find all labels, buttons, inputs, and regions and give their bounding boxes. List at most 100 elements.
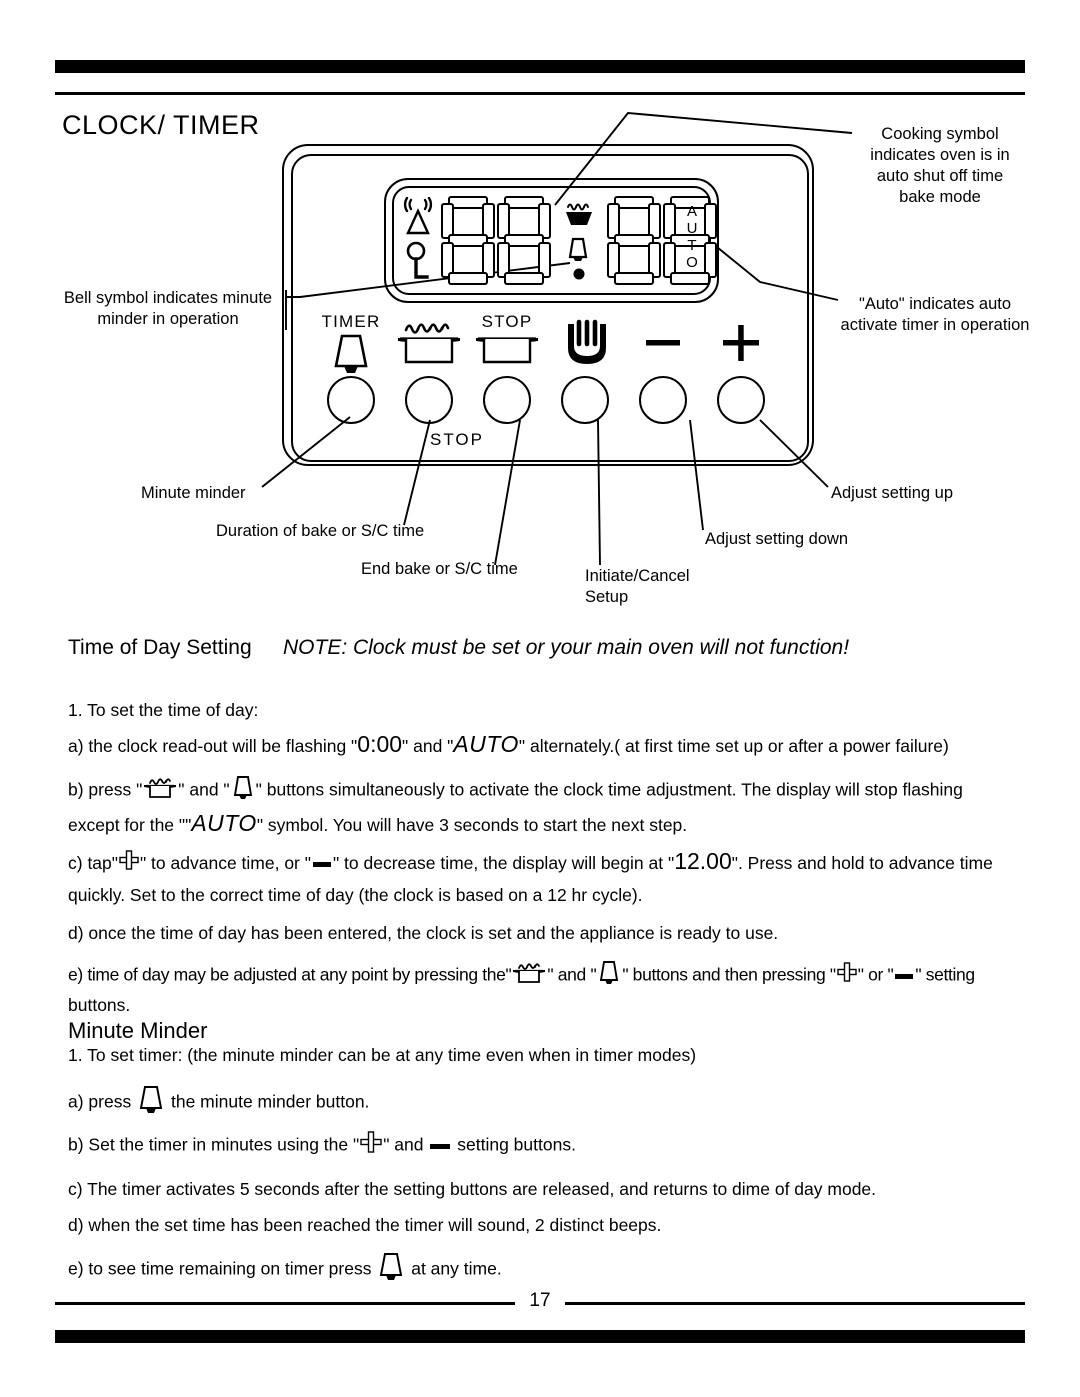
pot-steam-icon (142, 774, 178, 808)
manual-page: CLOCK/ TIMER A U T O TIMER STOP STOP Coo… (0, 0, 1080, 1397)
mm-para-d: d) when the set time has been reached th… (68, 1212, 1023, 1239)
adjust-down-icon-group (624, 312, 702, 369)
display-center-indicators (552, 195, 606, 286)
para-e-line2-text: buttons. (68, 995, 131, 1015)
para-e: e) time of day may be adjusted at any po… (68, 958, 1023, 994)
mm-para-b: b) Set the timer in minutes using the " … (68, 1130, 1023, 1162)
mm-para-a-pre: a) press (68, 1091, 132, 1112)
stop-sublabel: STOP (430, 430, 484, 449)
para-c-pre: c) tap" (68, 853, 118, 873)
minus-icon (311, 851, 333, 878)
mm-para-e-pre: e) to see time remaining on timer press (68, 1258, 372, 1279)
display-left-indicators (402, 196, 438, 285)
para-e-mid3: " or " (857, 964, 894, 985)
pot-steam-icon (511, 959, 547, 993)
para-b-line2-pre: except for the "" (68, 815, 192, 835)
timer-button-icon-group: TIMER (312, 312, 390, 381)
para-b-line2: except for the ""AUTO" symbol. You will … (68, 810, 1023, 839)
para-a-clock-value: 0:00 (357, 731, 403, 757)
initiate-cancel-icon-group (546, 312, 624, 377)
plus-icon (836, 961, 858, 991)
adjust-down-button[interactable] (639, 376, 687, 424)
stop-caption: STOP (481, 312, 533, 331)
para-b-line2-auto: AUTO (191, 810, 257, 836)
para-c-post: ". Press and hold to advance time (731, 853, 993, 873)
mm-item-1-text: 1. To set timer: (the minute minder can … (68, 1045, 697, 1065)
mm-para-a: a) press the minute minder button. (68, 1083, 1023, 1123)
plus-icon (359, 1130, 383, 1162)
plus-icon (118, 849, 140, 879)
initiate-cancel-button[interactable] (561, 376, 609, 424)
bell-icon (334, 334, 368, 373)
para-a-mid: " and " (402, 736, 454, 756)
minus-icon (893, 963, 915, 990)
footer-rule-right (565, 1302, 1025, 1305)
timer-caption: TIMER (321, 312, 381, 331)
digit-3 (606, 195, 662, 286)
para-e-line2: buttons. (68, 992, 1023, 1019)
header-thick-rule (55, 60, 1025, 73)
para-a-pre: a) the clock read-out will be flashing " (68, 736, 358, 756)
mm-para-e-post: at any time. (411, 1258, 502, 1279)
para-b: b) press " " and " " buttons simultaneou… (68, 773, 1023, 809)
mm-para-c: c) The timer activates 5 seconds after t… (68, 1176, 1023, 1203)
mm-para-e: e) to see time remaining on timer press … (68, 1250, 1023, 1290)
callout-duration-bake: Duration of bake or S/C time (216, 522, 425, 540)
bell-icon (136, 1083, 166, 1123)
callout-initiate-cancel: Initiate/Cancel Setup (585, 567, 690, 606)
adjust-up-button[interactable] (717, 376, 765, 424)
para-c-mid1: " to advance time, or " (139, 853, 311, 873)
auto-indicator-label: AUTO (686, 203, 698, 271)
adjust-up-icon-group (702, 312, 780, 369)
minus-icon (428, 1133, 452, 1160)
para-b-mid1: " and " (178, 779, 230, 800)
para-e-pre: e) time of day may be adjusted at any po… (68, 964, 512, 985)
para-a-post: " alternately.( at first time set up or … (518, 736, 949, 756)
footer-thick-rule (55, 1330, 1025, 1343)
digit-1 (440, 195, 496, 286)
para-a-auto: AUTO (453, 731, 519, 757)
mm-para-d-text: d) when the set time has been reached th… (68, 1215, 662, 1235)
end-bake-icon-group: STOP (468, 312, 546, 373)
para-d: d) once the time of day has been entered… (68, 920, 1023, 947)
callout-end-bake: End bake or S/C time (361, 560, 518, 578)
para-a: a) the clock read-out will be flashing "… (68, 731, 1023, 760)
para-d-text: d) once the time of day has been entered… (68, 923, 779, 943)
mm-item-1: 1. To set timer: (the minute minder can … (68, 1042, 1023, 1069)
mm-para-b-pre: b) Set the timer in minutes using the " (68, 1134, 360, 1155)
callout-adjust-down: Adjust setting down (705, 530, 849, 548)
mm-para-b-mid: " and (383, 1134, 424, 1155)
led-display: AUTO (400, 195, 717, 286)
page-number: 17 (529, 1290, 551, 1311)
para-e-mid2: " buttons and then pressing " (622, 964, 836, 985)
para-item-1: 1. To set the time of day: (68, 697, 1023, 724)
mm-para-b-post: setting buttons. (457, 1134, 576, 1155)
callout-cooking-symbol: Cooking symbol indicates oven is in auto… (870, 125, 1010, 206)
callout-auto-indicates: "Auto" indicates auto activate timer in … (840, 295, 1030, 334)
duration-bake-icon-group (390, 312, 468, 377)
control-panel-diagram: AUTO TIMER STOP STOP (282, 140, 822, 480)
time-of-day-heading: Time of Day Setting (68, 636, 252, 659)
hand-heat-icon (568, 319, 606, 364)
duration-bake-button[interactable] (405, 376, 453, 424)
bell-icon (376, 1250, 406, 1290)
time-of-day-note: NOTE: Clock must be set or your main ove… (283, 636, 850, 659)
plus-icon (723, 325, 759, 361)
bell-icon (230, 773, 256, 809)
para-c-value: 12.00 (674, 848, 732, 874)
para-c-mid2: " to decrease time, the display will beg… (332, 853, 675, 873)
para-b-line2-post: " symbol. You will have 3 seconds to sta… (256, 815, 688, 835)
end-bake-button[interactable] (483, 376, 531, 424)
callout-minute-minder: Minute minder (141, 484, 246, 502)
bell-icon (568, 237, 588, 261)
callout-bell-symbol: Bell symbol indicates minute minder in o… (63, 289, 273, 328)
minus-icon (646, 340, 680, 346)
para-b-mid2: " buttons simultaneously to activate the… (255, 779, 963, 800)
para-e-mid1: " and " (547, 964, 597, 985)
mm-para-c-text: c) The timer activates 5 seconds after t… (68, 1179, 877, 1199)
para-c-line2: quickly. Set to the correct time of day … (68, 882, 1023, 909)
para-b-pre: b) press " (68, 779, 143, 800)
timer-button[interactable] (327, 376, 375, 424)
pot-icon (476, 337, 538, 364)
bell-icon (596, 958, 622, 994)
